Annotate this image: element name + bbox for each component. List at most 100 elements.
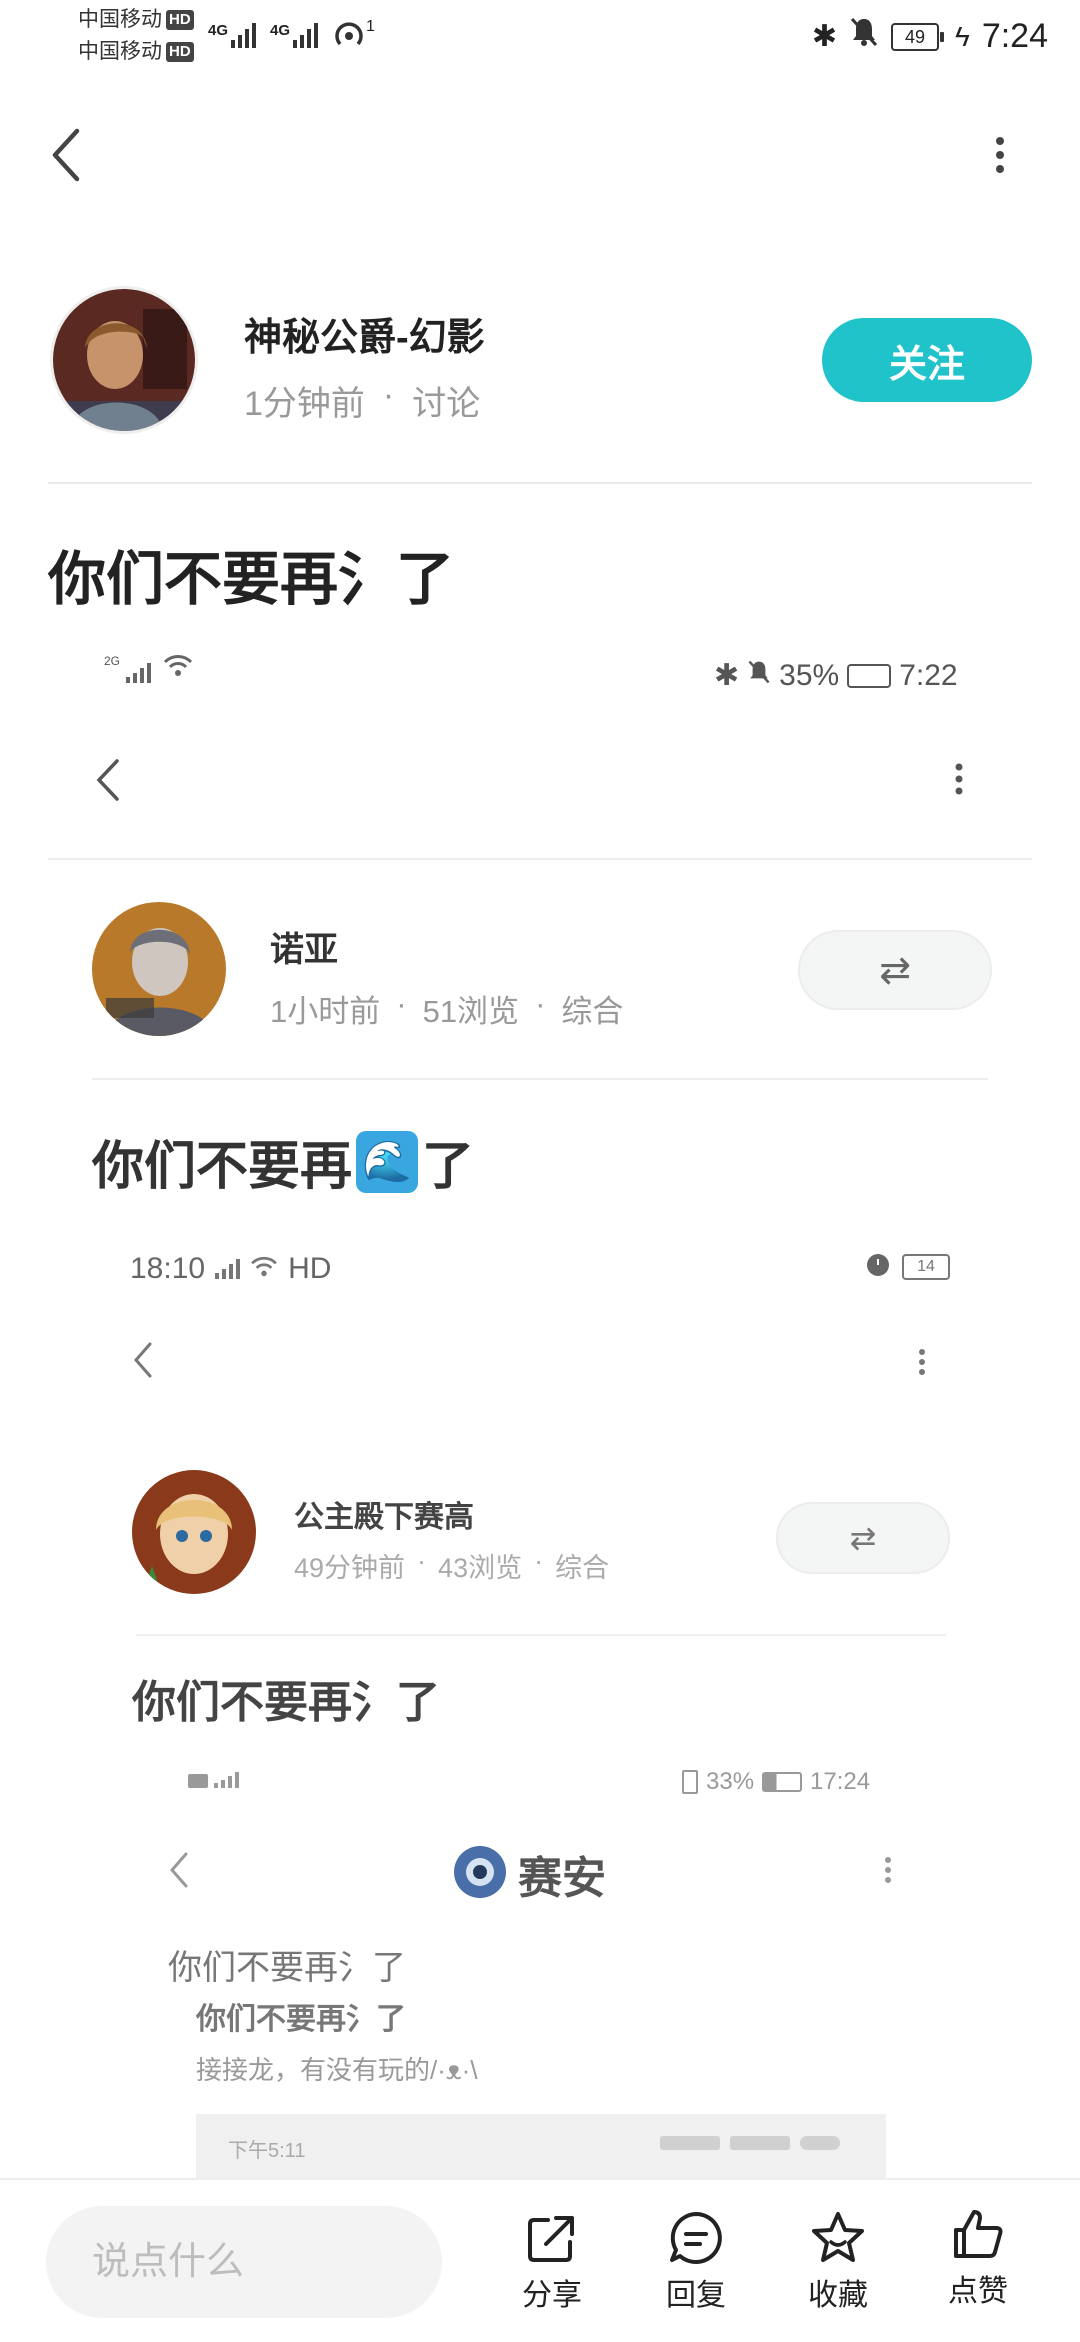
nested3-time: 17:24 xyxy=(810,1768,871,1795)
nested2-hd: HD xyxy=(288,1252,332,1285)
meta-separator: · xyxy=(382,376,395,414)
signal-group: 4G 4G 1 xyxy=(208,18,375,48)
nested4-preview: 下午5:11 xyxy=(196,2114,886,2180)
nested2-status-right: 14 xyxy=(864,1250,950,1283)
nested2-swap-icon: ⇄ xyxy=(776,1502,950,1574)
nested1-more-icon xyxy=(954,762,964,801)
nested2-meta: 49分钟前 · 43浏览 · 综合 xyxy=(294,1546,610,1583)
more-options-button[interactable] xyxy=(970,120,1030,190)
nested1-back-icon xyxy=(88,752,128,808)
wifi-icon xyxy=(250,1252,278,1286)
nested1-swap-icon: ⇄ xyxy=(798,930,992,1010)
net-type-1: 4G xyxy=(208,22,229,39)
reply-label: 回复 xyxy=(666,2279,726,2312)
nested2-time-ago: 49分钟前 xyxy=(294,1553,406,1583)
nested1-time-ago: 1小时前 xyxy=(270,994,381,1029)
nested2-divider xyxy=(136,1634,946,1636)
nested1-divider-top xyxy=(48,858,1032,860)
hotspot-icon: 1 xyxy=(332,18,375,48)
alarm-icon xyxy=(864,1250,892,1283)
carrier-1: 中国移动 HD xyxy=(78,6,194,34)
follow-button[interactable]: 关注 xyxy=(822,318,1032,402)
nested1-title-b: 了 xyxy=(422,1138,475,1196)
post-category: 讨论 xyxy=(412,385,481,423)
signal-icon xyxy=(214,1772,239,1788)
vibrate-icon xyxy=(682,1770,698,1794)
comment-icon xyxy=(670,2212,722,2264)
author-avatar[interactable] xyxy=(50,286,198,434)
nested2-title: 你们不要再氵了 xyxy=(132,1678,440,1727)
nested2-views: 43浏览 xyxy=(438,1553,523,1583)
author-name[interactable]: 神秘公爵-幻影 xyxy=(244,306,485,361)
nested3-status-right: 33% 17:24 xyxy=(682,1768,870,1796)
hotspot-count: 1 xyxy=(366,18,375,35)
nested1-views: 51浏览 xyxy=(422,994,520,1029)
bluetooth-icon: ✱ xyxy=(811,20,837,53)
post-title: 你们不要再氵了 xyxy=(48,547,455,612)
carrier-2: 中国移动 HD xyxy=(78,38,194,66)
nested3-back-icon xyxy=(168,1850,190,1895)
favorite-button[interactable]: 收藏 xyxy=(778,2210,898,2314)
nested2-avatar xyxy=(132,1470,256,1594)
signal-icon xyxy=(215,1259,241,1279)
share-label: 分享 xyxy=(522,2279,582,2312)
hd-badge: HD xyxy=(166,10,194,31)
nested1-divider xyxy=(92,1078,988,1080)
nested1-signal: 2G xyxy=(104,654,193,683)
mute-icon xyxy=(747,659,771,693)
nested1-avatar xyxy=(92,902,226,1036)
nested3-status-left xyxy=(188,1772,239,1788)
nested1-title-a: 你们不要再 xyxy=(92,1138,353,1196)
nested2-more-icon xyxy=(918,1348,926,1381)
thumbs-up-icon xyxy=(954,2210,1003,2258)
reply-button[interactable]: 回复 xyxy=(636,2210,756,2314)
post-time: 1分钟前 xyxy=(244,385,365,423)
nested1-net-type: 2G xyxy=(104,654,121,668)
nested1-title: 你们不要再 🌊 了 xyxy=(92,1124,474,1199)
nested2-time: 18:10 xyxy=(130,1252,206,1285)
nested4-time: 下午5:11 xyxy=(228,2140,306,2162)
status-time: 7:24 xyxy=(981,17,1048,55)
like-label: 点赞 xyxy=(948,2275,1008,2308)
nested3-battery: 33% xyxy=(706,1768,755,1795)
back-button[interactable] xyxy=(36,120,96,190)
nested3-line2: 你们不要再氵了 xyxy=(196,2003,406,2036)
nested1-status-right: ✱ 35% 7:22 xyxy=(714,658,958,693)
bottom-action-bar: 分享 回复 收藏 点赞 xyxy=(0,2178,1080,2342)
nested1-author: 诺亚 xyxy=(270,931,338,969)
nested1-time: 7:22 xyxy=(899,658,958,692)
nested4-status-icons xyxy=(660,2136,840,2150)
battery-icon: 49 xyxy=(890,22,944,51)
battery-level: 49 xyxy=(904,26,925,47)
comment-input[interactable] xyxy=(46,2206,442,2318)
net-type-2: 4G xyxy=(270,22,291,39)
nested2-status-left: 18:10 HD xyxy=(130,1252,331,1286)
back-arrow-icon xyxy=(52,128,80,182)
hd-badge xyxy=(188,1774,208,1788)
nested1-category: 综合 xyxy=(561,994,624,1029)
wave-icon: 🌊 xyxy=(356,1130,419,1193)
post-meta: 1分钟前 · 讨论 xyxy=(244,376,480,425)
hd-badge: HD xyxy=(166,42,194,63)
status-right: ✱ 49 ϟ 7:24 xyxy=(812,16,1048,57)
post-image[interactable]: 2G ✱ 35% 7:22 诺亚 1小时前 · 51浏览 · 综合 ⇄ 你们不要… xyxy=(0,640,1080,2180)
nested3-app-name: 赛安 xyxy=(518,1854,606,1903)
favorite-label: 收藏 xyxy=(808,2279,868,2312)
share-button[interactable]: 分享 xyxy=(492,2210,612,2314)
nested2-author: 公主殿下赛高 xyxy=(294,1501,474,1534)
charging-icon: ϟ xyxy=(954,20,970,52)
share-icon xyxy=(528,2216,574,2262)
battery-icon xyxy=(762,1772,803,1792)
author-divider xyxy=(48,482,1032,484)
battery-icon xyxy=(847,663,892,688)
bluetooth-icon: ✱ xyxy=(714,659,740,692)
signal-icon xyxy=(293,22,319,48)
nested2-back-icon xyxy=(132,1340,154,1385)
avatar-image xyxy=(53,289,195,431)
like-button[interactable]: 点赞 xyxy=(918,2206,1038,2310)
signal-icon xyxy=(126,663,152,683)
carrier-2-text: 中国移动 xyxy=(78,40,162,63)
mute-icon xyxy=(849,16,879,57)
nested1-meta: 1小时前 · 51浏览 · 综合 xyxy=(270,986,624,1029)
wifi-icon xyxy=(163,654,193,683)
